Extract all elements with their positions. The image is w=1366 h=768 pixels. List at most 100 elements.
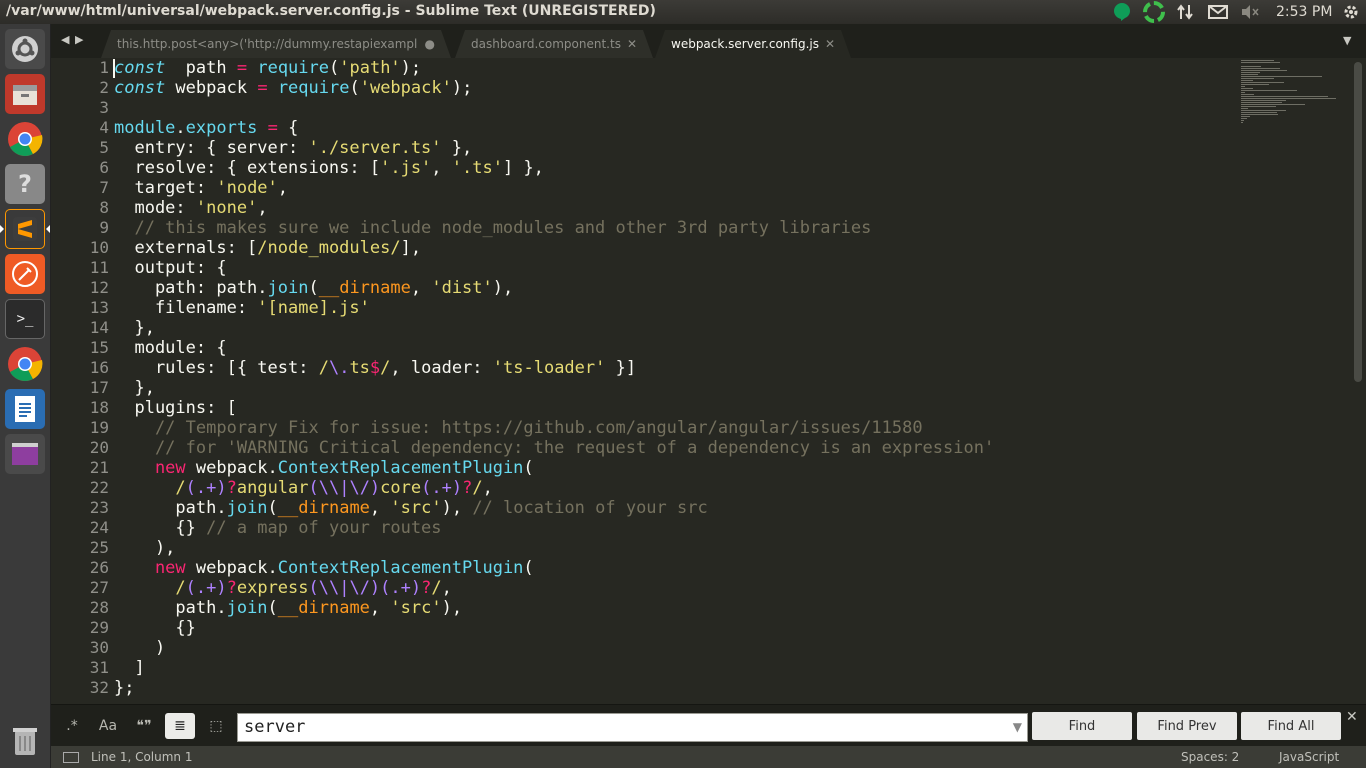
find-input[interactable]: server — [244, 717, 305, 737]
running-indicator — [0, 225, 4, 233]
code-editor[interactable]: 1 2 3 4 5 6 7 8 9 10 11 12 13 14 15 16 17 18 19 20 21 22 23 24 2… — [51, 58, 1366, 704]
regex-toggle[interactable]: .* — [57, 713, 87, 739]
code-token: entry: { server: — [114, 138, 309, 158]
line-number: 12 — [89, 278, 109, 297]
code-token: express — [236, 578, 309, 598]
line-number: 30 — [89, 638, 109, 657]
code-token: ? — [226, 578, 237, 598]
sublime-text-icon[interactable] — [5, 209, 45, 249]
unsaved-dot-icon[interactable]: ● — [425, 37, 435, 51]
minimap-line — [1241, 92, 1246, 93]
code-line: entry: { server: './server.ts' }, — [114, 138, 472, 158]
libreoffice-writer-icon[interactable] — [5, 389, 45, 429]
chrome-icon[interactable] — [5, 119, 45, 159]
code-token: join — [226, 498, 268, 518]
tab-nav-back-icon[interactable]: ◀ — [61, 33, 69, 46]
chrome-icon-2[interactable] — [5, 344, 45, 384]
code-token: __dirname — [277, 498, 370, 518]
tab-webpack-server-config[interactable]: webpack.server.config.js ✕ — [655, 30, 851, 58]
code-token: exports — [185, 118, 258, 138]
settings-gear-icon[interactable] — [1340, 0, 1362, 24]
code-line: path: path.join(__dirname, 'dist'), — [114, 278, 513, 298]
code-line: ), — [114, 538, 175, 558]
tab-dashboard-component[interactable]: dashboard.component.ts ✕ — [455, 30, 653, 58]
code-token: = — [267, 118, 278, 138]
code-line: module: { — [114, 338, 226, 358]
minimap-line — [1241, 66, 1261, 67]
tab-overflow-chevron-down-icon[interactable]: ▼ — [1343, 34, 1351, 47]
minimap-line — [1241, 118, 1247, 119]
code-token: ts — [349, 358, 370, 378]
postman-icon[interactable] — [5, 254, 45, 294]
tab-label: dashboard.component.ts — [471, 37, 621, 51]
code-token: // Temporary Fix for issue: https://gith… — [114, 418, 923, 438]
find-input-box[interactable]: server ▼ — [237, 713, 1028, 742]
workspace-switcher-icon[interactable] — [5, 434, 45, 474]
code-token: /node_modules/ — [257, 238, 401, 258]
terminal-icon[interactable]: >_ — [5, 299, 45, 339]
launcher: ? >_ — [0, 24, 51, 768]
syntax-selector[interactable]: JavaScript — [1279, 750, 1339, 764]
help-icon[interactable]: ? — [5, 164, 45, 204]
code-token: path. — [114, 598, 227, 618]
case-sensitive-toggle[interactable]: Aa — [93, 713, 123, 739]
code-token: webpack. — [185, 458, 278, 478]
code-token: const — [114, 58, 166, 78]
files-icon[interactable] — [5, 74, 45, 114]
code-token: (.+) — [421, 478, 463, 498]
find-all-button[interactable]: Find All — [1241, 712, 1341, 740]
code-line: const path = require('path'); — [114, 58, 421, 78]
sync-icon[interactable] — [1140, 0, 1168, 24]
indentation-setting[interactable]: Spaces: 2 — [1181, 750, 1239, 764]
code-token: path — [165, 58, 237, 78]
trash-icon[interactable] — [5, 721, 45, 761]
volume-mute-icon[interactable] — [1238, 0, 1262, 24]
ubuntu-dash-icon[interactable] — [5, 29, 45, 69]
focused-indicator — [46, 225, 50, 233]
minimap-line — [1241, 116, 1250, 117]
minimap-line — [1241, 90, 1298, 91]
whole-word-toggle[interactable]: ❝❞ — [129, 713, 159, 739]
hangouts-icon[interactable] — [1110, 0, 1134, 24]
find-button[interactable]: Find — [1032, 712, 1132, 740]
code-token: ), — [492, 278, 514, 298]
line-number: 32 — [89, 678, 109, 697]
line-number: 11 — [89, 258, 109, 277]
close-icon[interactable]: ✕ — [627, 37, 637, 51]
panel-toggle-icon[interactable] — [63, 752, 79, 763]
minimap[interactable] — [1236, 58, 1341, 128]
tab-http-post[interactable]: this.http.post<any>('http://dummy.restap… — [101, 30, 451, 58]
line-number: 28 — [89, 598, 109, 617]
code-token: 'ts-loader' — [492, 358, 606, 378]
find-panel: .* Aa ❝❞ ≣ ⬚ server ▼ Find Find Prev Fin… — [51, 704, 1366, 746]
in-selection-toggle[interactable]: ⬚ — [201, 713, 231, 739]
code-token: __dirname — [318, 278, 411, 298]
code-token: (.+) — [380, 578, 422, 598]
code-token: {} — [114, 618, 196, 638]
code-token: webpack. — [185, 558, 278, 578]
code-token: , — [369, 498, 391, 518]
clock[interactable]: 2:53 PM — [1276, 4, 1332, 20]
code-line: {} — [114, 618, 196, 638]
find-close-icon[interactable]: ✕ — [1346, 709, 1358, 725]
code-token: __dirname — [277, 598, 370, 618]
network-icon[interactable] — [1174, 0, 1196, 24]
code-token: / — [431, 578, 442, 598]
code-token: 'webpack' — [359, 78, 452, 98]
tab-nav-forward-icon[interactable]: ▶ — [75, 33, 83, 46]
code-token: ( — [267, 598, 278, 618]
line-number: 10 — [89, 238, 109, 257]
line-number: 3 — [99, 98, 109, 117]
find-history-chevron-down-icon[interactable]: ▼ — [1013, 720, 1022, 734]
vertical-scrollbar[interactable] — [1354, 62, 1362, 382]
wrap-toggle[interactable]: ≣ — [165, 713, 195, 739]
code-token: / — [114, 578, 186, 598]
code-line: mode: 'none', — [114, 198, 267, 218]
code-line: path.join(__dirname, 'src'), // location… — [114, 498, 707, 518]
line-number: 25 — [89, 538, 109, 557]
mail-icon[interactable] — [1206, 0, 1230, 24]
close-icon[interactable]: ✕ — [825, 37, 835, 51]
minimap-line — [1241, 108, 1248, 109]
code-line: module.exports = { — [114, 118, 298, 138]
find-prev-button[interactable]: Find Prev — [1137, 712, 1237, 740]
